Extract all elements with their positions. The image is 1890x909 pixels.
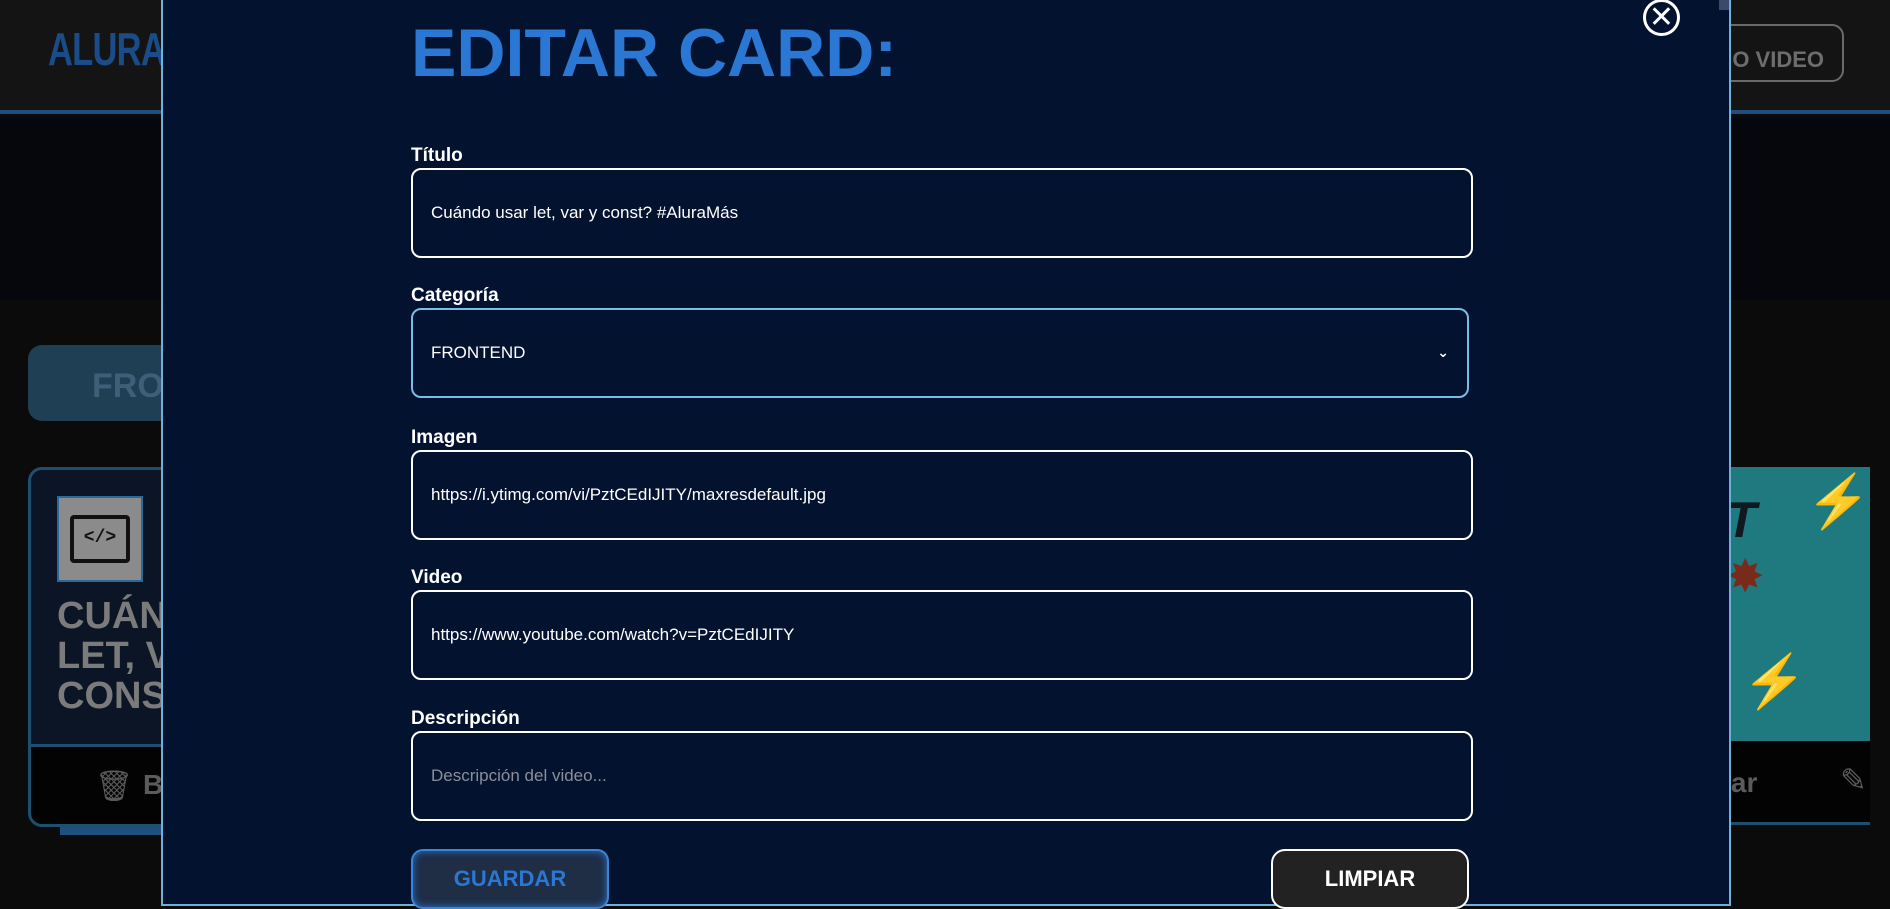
categoria-select[interactable]: FRONTEND ⌄	[411, 308, 1469, 398]
video-label: Video	[411, 567, 462, 589]
imagen-input[interactable]: https://i.ytimg.com/vi/PztCEdIJITY/maxre…	[411, 450, 1473, 540]
modal-title: EDITAR CARD:	[411, 14, 897, 92]
close-button[interactable]: ✕	[1643, 0, 1680, 36]
titulo-input[interactable]: Cuándo usar let, var y const? #AluraMás	[411, 168, 1473, 258]
categoria-value: FRONTEND	[431, 343, 525, 363]
video-input[interactable]: https://www.youtube.com/watch?v=PztCEdIJ…	[411, 590, 1473, 680]
titulo-label: Título	[411, 145, 463, 167]
limpiar-button[interactable]: LIMPIAR	[1271, 849, 1469, 909]
categoria-label: Categoría	[411, 285, 499, 307]
descripcion-label: Descripción	[411, 708, 520, 730]
guardar-button[interactable]: GUARDAR	[411, 849, 609, 909]
scrollbar[interactable]	[1719, 0, 1729, 10]
chevron-down-icon: ⌄	[1437, 345, 1449, 361]
descripcion-input[interactable]: Descripción del video...	[411, 731, 1473, 821]
imagen-label: Imagen	[411, 427, 478, 449]
